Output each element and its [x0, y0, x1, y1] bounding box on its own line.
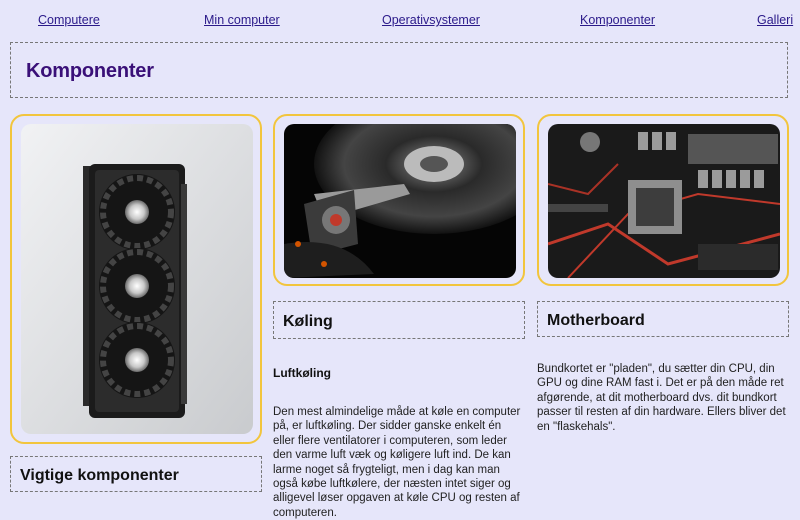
- luftkoeling-subheading: Luftkøling: [273, 366, 331, 380]
- koeling-heading: Køling: [283, 313, 333, 330]
- motherboard-card: [537, 114, 789, 286]
- section-title-motherboard: Motherboard: [537, 301, 789, 337]
- nav-link-komponenter[interactable]: Komponenter: [580, 13, 655, 27]
- motherboard-paragraph: Bundkortet er "pladen", du sætter din CP…: [537, 363, 786, 433]
- nav-link-computere[interactable]: Computere: [38, 13, 100, 27]
- motherboard-heading: Motherboard: [547, 312, 645, 329]
- graphics-card-photo: [21, 124, 253, 434]
- section-title-vigtige-komponenter: Vigtige komponenter: [10, 456, 262, 492]
- page-header: Komponenter: [10, 42, 788, 98]
- section-title-koeling: Køling: [273, 301, 525, 339]
- motherboard-photo: [548, 124, 780, 278]
- koeling-paragraph: Den mest almindelige måde at køle en com…: [273, 406, 521, 519]
- hard-drive-photo: [284, 124, 516, 278]
- vigtige-komponenter-heading: Vigtige komponenter: [20, 467, 179, 484]
- hard-drive-card: [273, 114, 525, 286]
- nav-link-min-computer[interactable]: Min computer: [204, 13, 280, 27]
- graphics-card-card: [10, 114, 262, 444]
- page-title: Komponenter: [26, 60, 154, 82]
- nav-link-galleri[interactable]: Galleri: [757, 13, 793, 27]
- nav-link-operativsystemer[interactable]: Operativsystemer: [382, 13, 480, 27]
